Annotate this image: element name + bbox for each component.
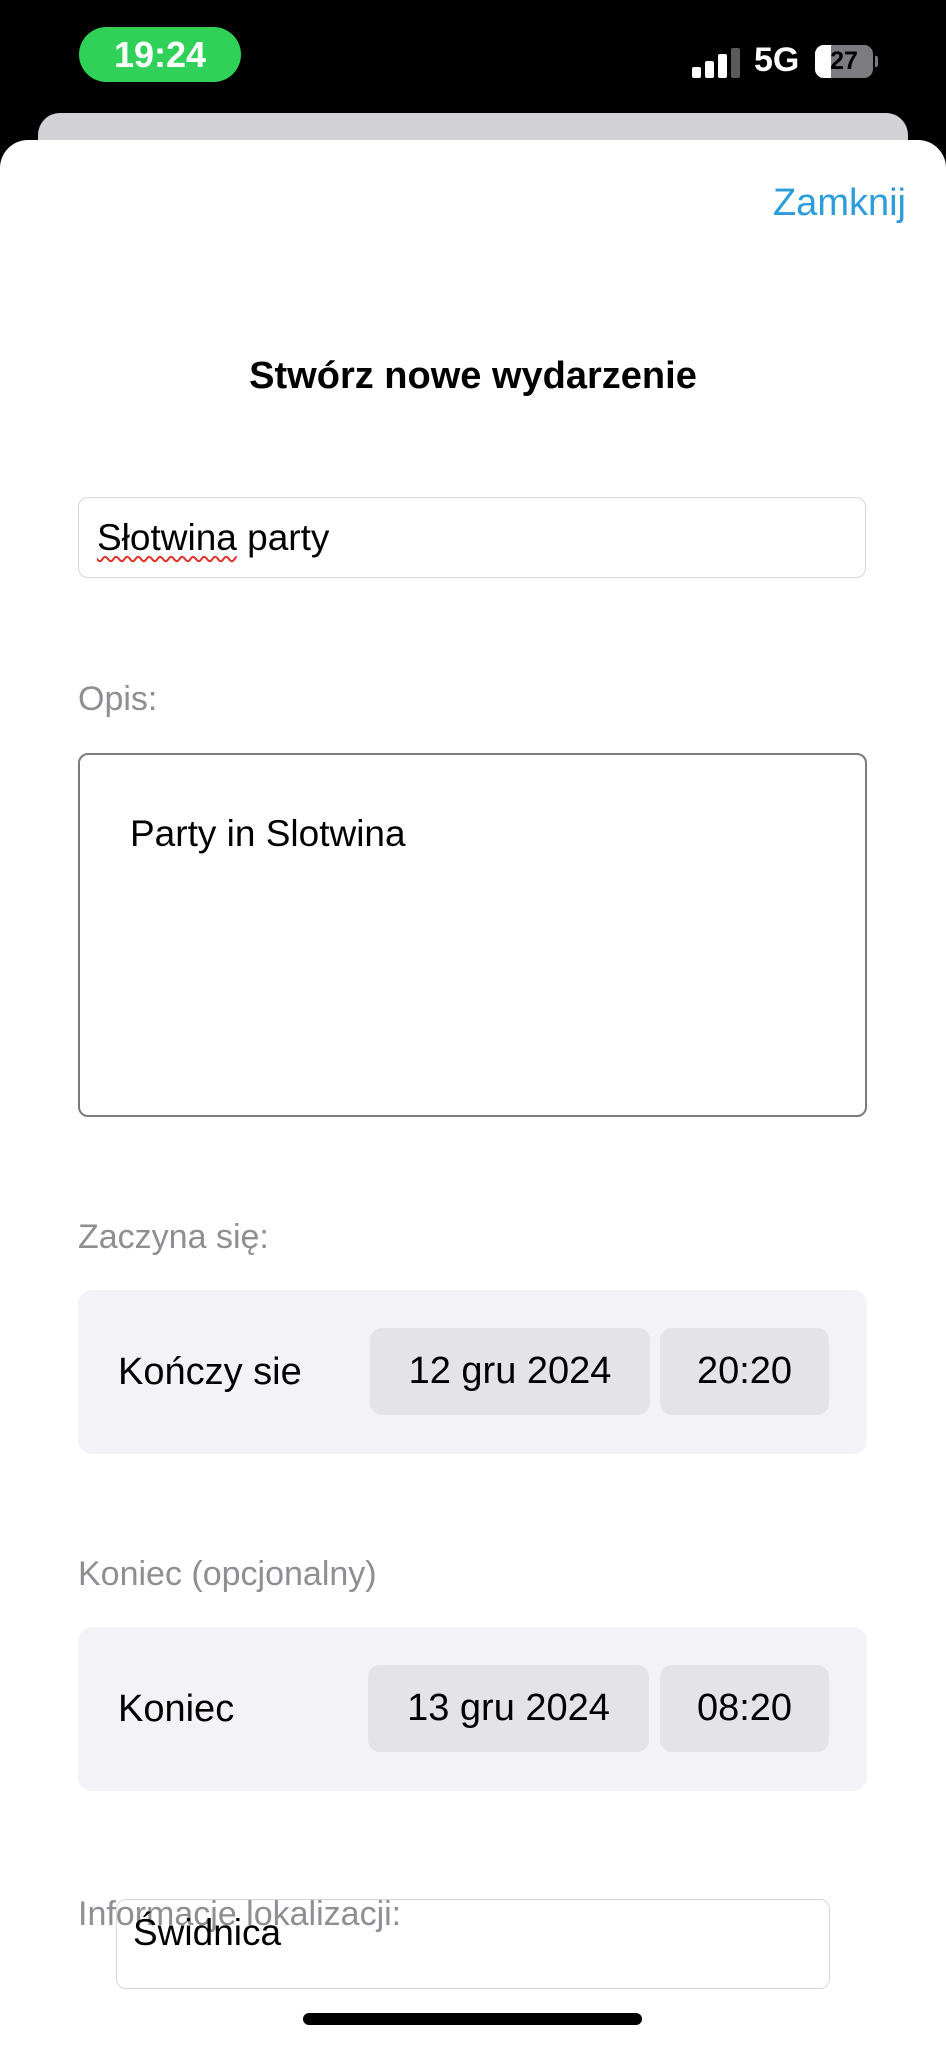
misspelled-word: Słotwina bbox=[97, 516, 237, 558]
event-name-rest: party bbox=[236, 516, 330, 558]
start-time-picker[interactable]: 20:20 bbox=[660, 1328, 829, 1415]
page-title: Stwórz nowe wydarzenie bbox=[249, 355, 697, 397]
end-date-picker[interactable]: 13 gru 2024 bbox=[368, 1665, 649, 1752]
event-name-input[interactable]: Słotwina party bbox=[78, 497, 866, 578]
close-button[interactable]: Zamknij bbox=[773, 182, 906, 225]
create-event-sheet: Zamknij Stwórz nowe wydarzenie Słotwina … bbox=[0, 140, 946, 2048]
start-date-picker[interactable]: 12 gru 2024 bbox=[370, 1328, 650, 1415]
end-row-label: Koniec bbox=[118, 1687, 235, 1730]
cellular-signal-icon bbox=[692, 48, 740, 78]
start-section-label: Zaczyna się: bbox=[78, 1218, 269, 1256]
status-time[interactable]: 19:24 bbox=[79, 27, 241, 82]
battery-icon: 27 bbox=[815, 45, 878, 78]
end-time-picker[interactable]: 08:20 bbox=[660, 1665, 829, 1752]
start-row-label: Kończy sie bbox=[118, 1350, 302, 1393]
home-indicator[interactable] bbox=[303, 2013, 642, 2025]
screen: 19:24 5G 27 Zamknij Stwórz nowe wydarzen… bbox=[0, 0, 946, 2048]
description-textarea[interactable]: Party in Slotwina bbox=[78, 753, 867, 1117]
status-bar: 19:24 5G 27 bbox=[0, 0, 946, 120]
battery-percentage: 27 bbox=[830, 47, 858, 75]
end-datetime-row: Koniec 13 gru 2024 08:20 bbox=[78, 1627, 867, 1791]
location-input[interactable]: Świdnica bbox=[116, 1899, 830, 1989]
description-label: Opis: bbox=[78, 680, 158, 718]
network-type: 5G bbox=[754, 41, 800, 79]
end-section-label: Koniec (opcjonalny) bbox=[78, 1555, 377, 1593]
start-datetime-row: Kończy sie 12 gru 2024 20:20 bbox=[78, 1290, 867, 1454]
